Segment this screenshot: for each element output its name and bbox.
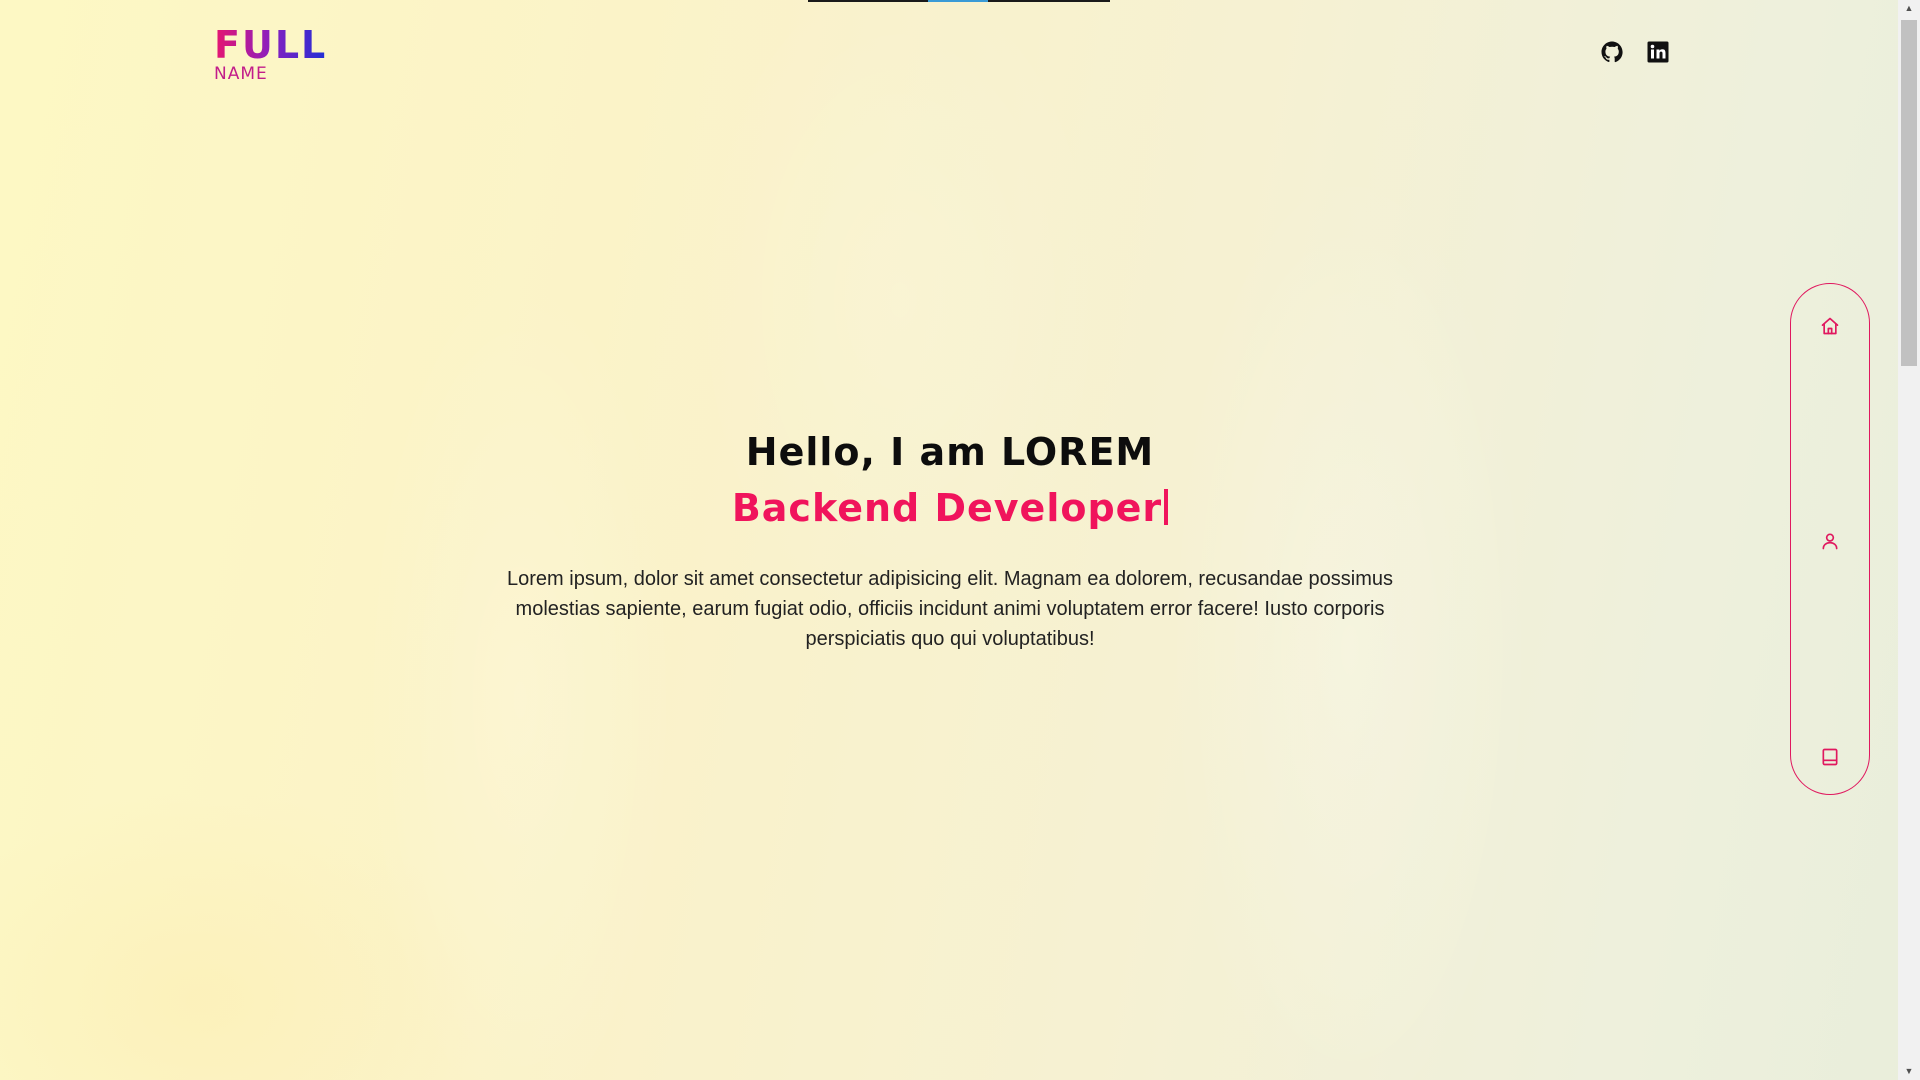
user-icon (1822, 533, 1838, 550)
hero-role-text: Backend Developer (731, 486, 1163, 530)
hero-description: Lorem ipsum, dolor sit amet consectetur … (507, 568, 1393, 650)
book-icon (1822, 748, 1838, 766)
linkedin-icon (1647, 41, 1669, 63)
scroll-down-arrow-icon[interactable]: ▼ (1898, 1063, 1920, 1080)
hero-role: Backend Developer (490, 486, 1410, 530)
vertical-scrollbar[interactable]: ▲ ▼ (1898, 0, 1920, 1080)
typing-cursor (1164, 489, 1169, 525)
github-icon (1601, 41, 1623, 63)
hero-greeting: Hello, I am LOREM (745, 430, 1155, 474)
side-navigation (1790, 283, 1870, 795)
social-links (1600, 40, 1670, 64)
scrollbar-thumb[interactable] (1901, 20, 1917, 366)
nav-resume-link[interactable] (1820, 747, 1840, 767)
logo-main-text: FULL (214, 23, 328, 67)
scroll-progress-bar (808, 0, 1110, 2)
logo[interactable]: FULL NAME (214, 26, 327, 83)
logo-sub-text: NAME (214, 64, 268, 84)
scroll-up-arrow-icon[interactable]: ▲ (1898, 0, 1920, 17)
scroll-progress-fill (928, 0, 988, 2)
home-icon (1821, 317, 1839, 335)
linkedin-link[interactable] (1646, 40, 1670, 64)
page: FULL NAME Hello, I am LOREM Backend Deve… (0, 0, 1898, 1080)
nav-about-link[interactable] (1820, 531, 1840, 551)
github-link[interactable] (1600, 40, 1624, 64)
nav-home-link[interactable] (1820, 316, 1840, 336)
hero-section: Hello, I am LOREM Backend Developer Lore… (490, 430, 1410, 654)
